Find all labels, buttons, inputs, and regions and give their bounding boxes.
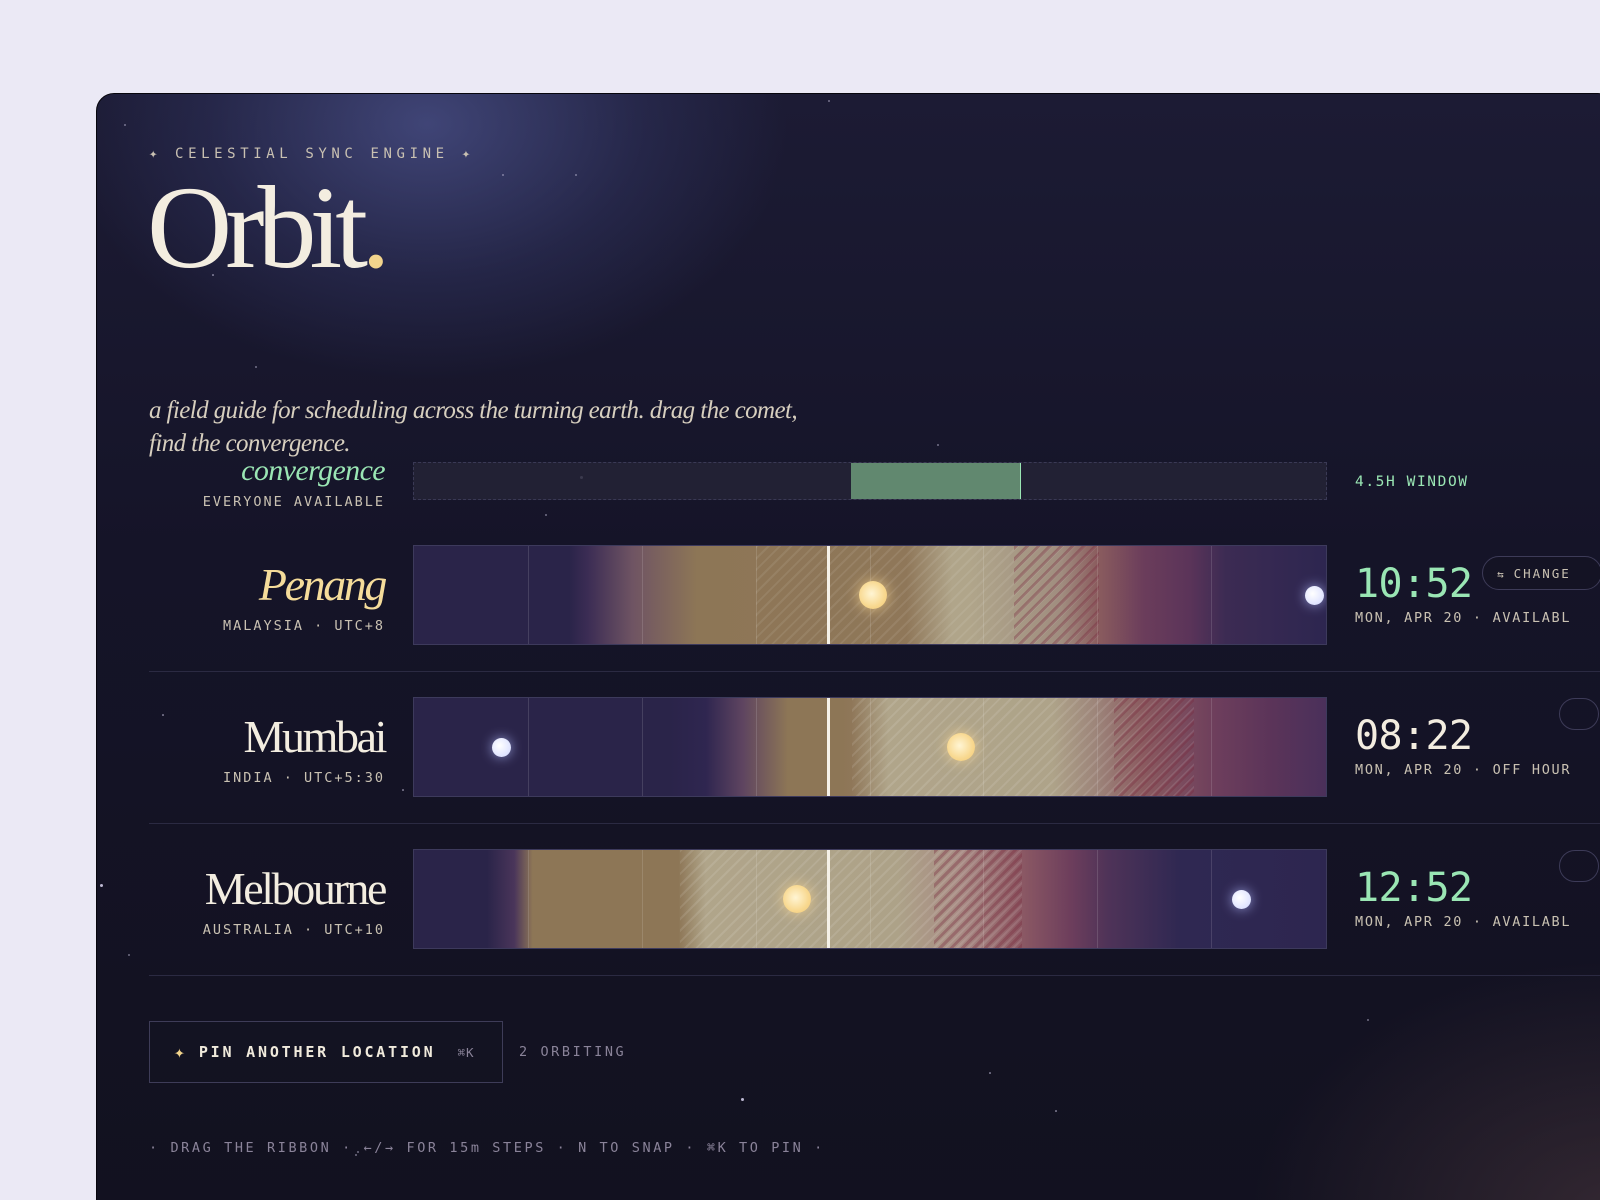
- eyebrow-label: ✦ CELESTIAL SYNC ENGINE ✦: [149, 146, 475, 162]
- star: [575, 174, 577, 176]
- keyboard-hints: · DRAG THE RIBBON · ←/→ FOR 15m STEPS · …: [149, 1140, 825, 1156]
- hour-divider: [641, 698, 643, 796]
- brand-wordmark: Orbit: [147, 162, 368, 293]
- city-subtitle-mumbai: INDIA · UTC+5:30: [222, 770, 385, 786]
- time-readout-melbourne: 12:52 MON, APR 20 · AVAILABL: [1355, 866, 1571, 930]
- convergence-window-length: 4.5H WINDOW: [1355, 474, 1469, 490]
- row-divider: [149, 975, 1600, 976]
- date-status-melbourne: MON, APR 20 · AVAILABL: [1355, 914, 1572, 930]
- hour-divider: [527, 850, 529, 948]
- date-status-mumbai: MON, APR 20 · OFF HOUR: [1355, 762, 1572, 778]
- hour-divider: [755, 546, 757, 644]
- star: [741, 1098, 744, 1101]
- city-subtitle-penang: MALAYSIA · UTC+8: [222, 618, 385, 634]
- now-indicator[interactable]: [826, 698, 830, 796]
- hour-divider: [527, 546, 529, 644]
- moon-icon: [1232, 890, 1252, 909]
- pin-location-label: PIN ANOTHER LOCATION: [198, 1043, 436, 1061]
- hour-divider: [641, 850, 643, 948]
- pin-location-button[interactable]: ✦ PIN ANOTHER LOCATION ⌘K: [149, 1021, 503, 1083]
- hour-divider: [1097, 850, 1099, 948]
- hour-divider: [983, 546, 985, 644]
- city-name-mumbai[interactable]: Mumbai: [223, 714, 388, 760]
- hatched-band-late: [1114, 698, 1194, 796]
- sun-icon: [946, 733, 975, 761]
- hatched-band-late: [1014, 546, 1099, 644]
- location-label-penang: Penang MALAYSIA · UTC+8: [222, 562, 388, 635]
- time-readout-mumbai: 08:22 MON, APR 20 · OFF HOUR: [1355, 714, 1571, 778]
- local-time-melbourne: 12:52: [1355, 865, 1473, 911]
- star: [828, 100, 830, 102]
- tagline: a field guide for scheduling across the …: [149, 397, 798, 457]
- convergence-title: convergence: [241, 454, 385, 487]
- hour-divider: [755, 850, 757, 948]
- moon-icon: [1304, 586, 1324, 605]
- sparkle-icon: ✦: [174, 1041, 185, 1063]
- star: [124, 124, 126, 126]
- orbiting-count: 2 ORBITING: [519, 1044, 627, 1060]
- ribbon-mumbai[interactable]: [413, 697, 1327, 797]
- hour-divider: [1211, 698, 1213, 796]
- location-label-mumbai: Mumbai INDIA · UTC+5:30: [222, 714, 388, 787]
- convergence-track[interactable]: [413, 462, 1327, 500]
- convergence-window[interactable]: [850, 463, 1022, 499]
- star: [1055, 1110, 1057, 1112]
- star: [402, 789, 404, 791]
- city-name-penang[interactable]: Penang: [223, 562, 388, 608]
- star: [162, 714, 164, 716]
- app-window: ✦ CELESTIAL SYNC ENGINE ✦ Orbit. a field…: [96, 93, 1600, 1200]
- city-name-melbourne[interactable]: Melbourne: [203, 866, 388, 912]
- pin-shortcut: ⌘K: [457, 1044, 475, 1060]
- row-divider: [149, 823, 1600, 824]
- brand-title: Orbit.: [147, 166, 391, 290]
- now-indicator[interactable]: [826, 546, 830, 644]
- star: [255, 366, 257, 368]
- ribbon-melbourne[interactable]: [413, 849, 1327, 949]
- location-label-melbourne: Melbourne AUSTRALIA · UTC+10: [202, 866, 388, 939]
- brand-dot: .: [361, 162, 391, 293]
- city-subtitle-melbourne: AUSTRALIA · UTC+10: [202, 922, 385, 938]
- star: [100, 884, 103, 887]
- hour-divider: [869, 698, 871, 796]
- hatched-band-late: [934, 850, 1022, 948]
- row-action-button-mumbai[interactable]: [1559, 698, 1599, 730]
- star: [1367, 1019, 1369, 1021]
- hour-divider: [1211, 546, 1213, 644]
- change-label: CHANGE: [1513, 566, 1571, 581]
- now-indicator[interactable]: [826, 850, 830, 948]
- hour-divider: [641, 546, 643, 644]
- hour-divider: [983, 850, 985, 948]
- convergence-label: convergence EVERYONE AVAILABLE: [202, 454, 386, 511]
- star: [502, 174, 504, 176]
- hour-divider: [983, 698, 985, 796]
- hour-divider: [1211, 850, 1213, 948]
- row-divider: [149, 671, 1600, 672]
- hour-divider: [869, 850, 871, 948]
- star: [937, 444, 939, 446]
- change-location-button[interactable]: ⇆ CHANGE: [1482, 556, 1600, 590]
- hour-divider: [527, 698, 529, 796]
- convergence-subtitle: EVERYONE AVAILABLE: [202, 494, 385, 510]
- local-time-mumbai: 08:22: [1355, 713, 1473, 759]
- ribbon-penang[interactable]: [413, 545, 1327, 645]
- star: [128, 954, 130, 956]
- date-status-penang: MON, APR 20 · AVAILABL: [1355, 610, 1572, 626]
- row-action-button-melbourne[interactable]: [1559, 850, 1599, 882]
- hour-divider: [1097, 546, 1099, 644]
- hour-divider: [1097, 698, 1099, 796]
- moon-icon: [492, 738, 512, 757]
- hour-divider: [755, 698, 757, 796]
- swap-icon: ⇆: [1497, 568, 1506, 581]
- star: [545, 514, 547, 516]
- star: [989, 1072, 991, 1074]
